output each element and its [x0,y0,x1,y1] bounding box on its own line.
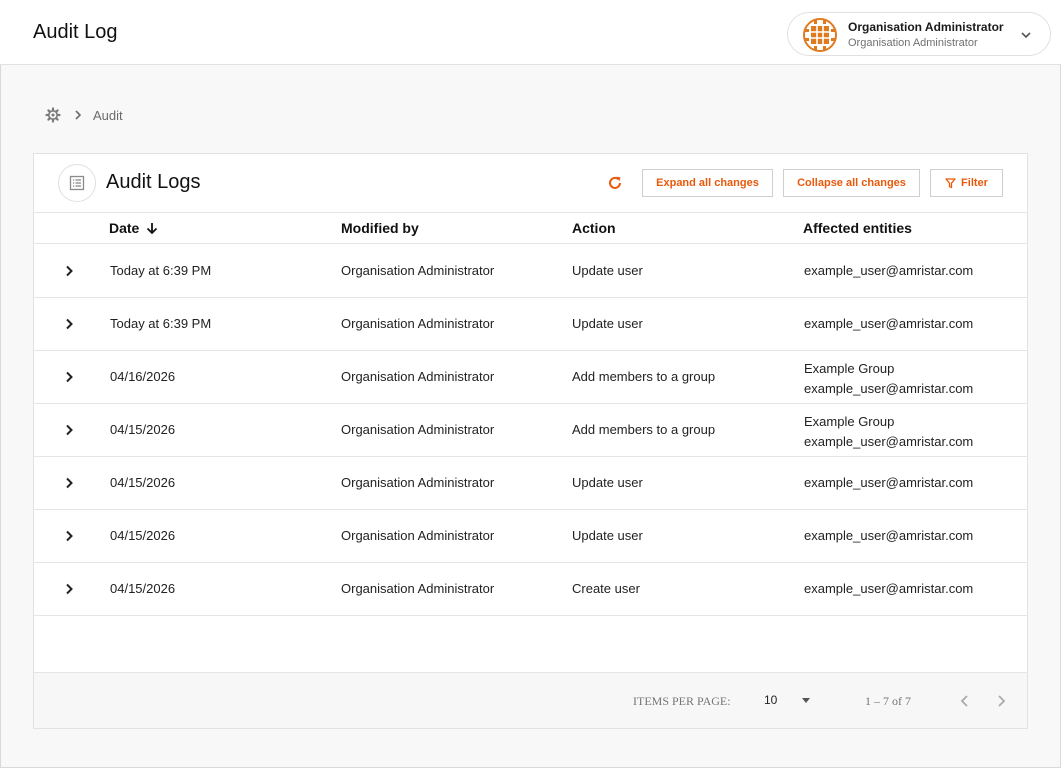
collapse-all-button[interactable]: Collapse all changes [783,169,920,197]
affected-entities-cell: example_user@amristar.com [804,475,973,490]
chevron-right-icon[interactable] [61,369,77,385]
table-header: Date Modified by Action Affected entitie… [34,213,1027,244]
affected-entity: Example Group [804,414,895,429]
date-header-label: Date [109,220,140,236]
breadcrumb: Audit [45,105,123,125]
items-per-page-select[interactable]: 10 [764,693,777,707]
affected-entity: example_user@amristar.com [804,581,974,596]
breadcrumb-current: Audit [93,107,123,123]
date-cell: 04/15/2026 [110,475,176,490]
table-row[interactable]: Today at 6:39 PM Organisation Administrat… [34,298,1027,351]
chevron-right-icon[interactable] [61,263,77,279]
affected-entity: example_user@amristar.com [804,381,974,396]
table-row[interactable]: 04/15/2026 Organisation Administrator Upda… [34,510,1027,563]
affected-entities-cell: example_user@amristar.com [804,581,973,596]
date-cell: 04/15/2026 [110,581,176,596]
action-cell: Add members to a group [572,369,716,384]
card-header: Audit Logs Expand all changes Collapse a… [34,154,1027,213]
date-cell: Today at 6:39 PM [110,316,212,331]
action-cell: Update user [572,475,643,490]
chevron-right-icon [75,110,82,120]
modified-by-cell: Organisation Administrator [341,475,495,490]
modified-by-cell: Organisation Administrator [341,263,495,278]
affected-entity: example_user@amristar.com [804,475,974,490]
affected-entities-cell: Example Group example_user@amristar.com [804,359,973,399]
date-column-header[interactable]: Date [109,220,159,236]
affected-entity: example_user@amristar.com [804,528,974,543]
affected-entity: example_user@amristar.com [804,263,974,278]
affected-entities-cell: example_user@amristar.com [804,528,973,543]
date-cell: 04/15/2026 [110,528,176,543]
top-bar: Audit Log Organisation Administrator Org… [0,0,1061,65]
refresh-icon [609,176,621,189]
table-row[interactable]: 04/15/2026 Organisation Administrator Add … [34,404,1027,457]
date-cell: 04/15/2026 [110,422,176,437]
filter-button[interactable]: Filter [930,169,1003,197]
user-menu[interactable]: Organisation Administrator Organisation … [787,12,1051,56]
action-cell: Create user [572,581,640,596]
date-cell: 04/16/2026 [110,369,176,384]
refresh-button[interactable] [604,172,626,194]
previous-page-icon[interactable] [955,691,975,711]
user-role: Organisation Administrator [848,37,978,49]
list-icon [58,164,96,202]
date-cell: Today at 6:39 PM [110,263,212,278]
action-cell: Update user [572,528,643,543]
modified-by-column-header[interactable]: Modified by [341,220,419,236]
affected-entity: example_user@amristar.com [804,434,974,449]
paginator: ITEMS PER PAGE: 10 1 – 7 of 7 [34,672,1027,728]
modified-by-cell: Organisation Administrator [341,316,495,331]
page-range: 1 – 7 of 7 [865,694,911,708]
affected-entities-cell: example_user@amristar.com [804,263,973,278]
chevron-right-icon[interactable] [61,316,77,332]
expand-all-button[interactable]: Expand all changes [642,169,773,197]
gear-icon[interactable] [45,107,61,123]
filter-label: Filter [961,177,988,189]
affected-entity: Example Group [804,361,895,376]
modified-by-cell: Organisation Administrator [341,422,495,437]
filter-icon [945,177,956,188]
dropdown-arrow-icon[interactable] [798,692,814,708]
table-row[interactable]: 04/15/2026 Organisation Administrator Crea… [34,563,1027,616]
modified-by-cell: Organisation Administrator [341,369,495,384]
action-cell: Add members to a group [572,422,716,437]
org-logo-icon [803,18,837,52]
modified-by-cell: Organisation Administrator [341,581,495,596]
action-cell: Update user [572,263,643,278]
page-title: Audit Log [33,21,118,43]
next-page-icon[interactable] [991,691,1011,711]
arrow-down-icon [147,223,158,235]
chevron-right-icon[interactable] [61,581,77,597]
action-column-header[interactable]: Action [572,220,616,236]
chevron-right-icon[interactable] [61,528,77,544]
chevron-down-icon [1021,32,1031,39]
affected-entity: example_user@amristar.com [804,316,974,331]
card-title: Audit Logs [106,171,201,193]
entities-column-header[interactable]: Affected entities [803,220,912,236]
audit-logs-card: Audit Logs Expand all changes Collapse a… [33,153,1028,729]
affected-entities-cell: Example Group example_user@amristar.com [804,412,973,452]
action-cell: Update user [572,316,643,331]
chevron-right-icon[interactable] [61,475,77,491]
table-row[interactable]: 04/16/2026 Organisation Administrator Add … [34,351,1027,404]
modified-by-cell: Organisation Administrator [341,528,495,543]
items-per-page-label: ITEMS PER PAGE: [633,694,731,708]
user-name: Organisation Administrator [848,20,1004,34]
affected-entities-cell: example_user@amristar.com [804,316,973,331]
table-row[interactable]: 04/15/2026 Organisation Administrator Upda… [34,457,1027,510]
table-row[interactable]: Today at 6:39 PM Organisation Administrat… [34,245,1027,298]
chevron-right-icon[interactable] [61,422,77,438]
